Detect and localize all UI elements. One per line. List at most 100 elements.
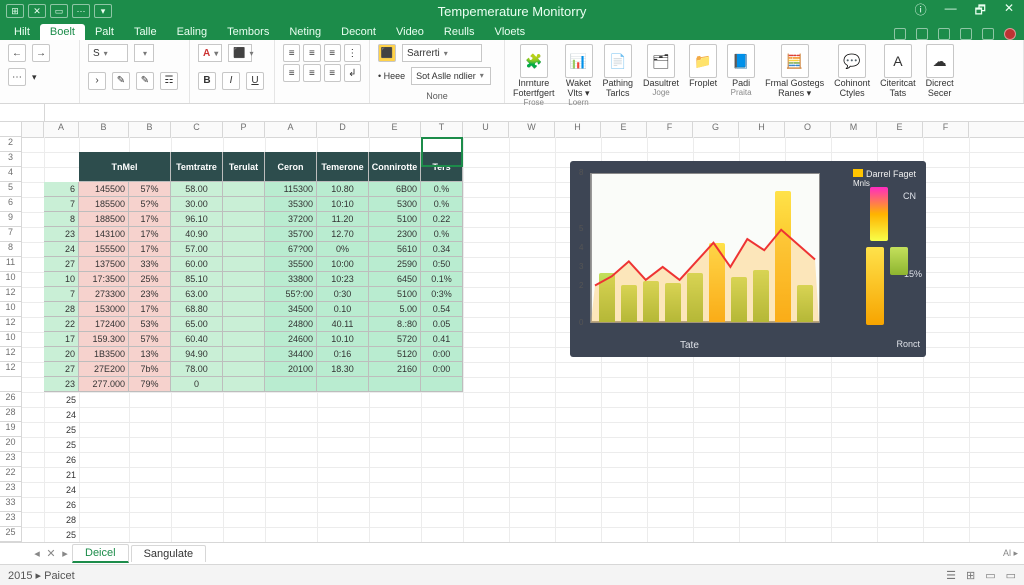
qat-button[interactable]: ⊞ xyxy=(6,4,24,18)
close-button[interactable]: ✕ xyxy=(1004,1,1014,22)
ribbon-tab[interactable]: Tembors xyxy=(217,24,279,40)
table-cell[interactable]: 57% xyxy=(129,332,171,347)
table-cell[interactable] xyxy=(265,377,317,392)
table-cell[interactable] xyxy=(223,317,265,332)
table-cell[interactable]: 153000 xyxy=(79,302,129,317)
table-cell[interactable]: 137500 xyxy=(79,257,129,272)
tab-icon[interactable] xyxy=(960,28,972,40)
column-header[interactable]: O xyxy=(785,122,831,137)
table-cell[interactable]: 25% xyxy=(129,272,171,287)
table-cell[interactable]: 28 xyxy=(44,302,79,317)
table-cell[interactable] xyxy=(317,377,369,392)
table-row[interactable]: 2713750033%60.003550010:0025900:50 xyxy=(22,257,463,272)
table-row[interactable]: 1017:350025%85.103380010:2364500.1% xyxy=(22,272,463,287)
table-cell[interactable]: 24600 xyxy=(265,332,317,347)
ribbon-tab[interactable]: Neting xyxy=(279,24,331,40)
table-cell[interactable]: 172400 xyxy=(79,317,129,332)
ribbon-big-button[interactable]: 📊WaketVlts ▾Loern xyxy=(565,44,593,108)
name-box[interactable] xyxy=(0,104,45,121)
qat-button[interactable]: ⋯ xyxy=(72,4,90,18)
ribbon-big-button[interactable]: ☁DicrectSecer xyxy=(926,44,954,98)
table-cell[interactable] xyxy=(223,242,265,257)
table-cell[interactable]: 17% xyxy=(129,242,171,257)
sheet-tab[interactable]: Sangulate xyxy=(131,545,207,562)
table-cell[interactable]: 35300 xyxy=(265,197,317,212)
table-cell[interactable]: 33% xyxy=(129,257,171,272)
table-cell[interactable]: 155500 xyxy=(79,242,129,257)
table-cell[interactable]: 27 xyxy=(44,362,79,377)
table-cell[interactable]: 20 xyxy=(44,347,79,362)
table-cell[interactable]: 0.41 xyxy=(421,332,463,347)
ribbon-big-button[interactable]: 📁Froplet xyxy=(689,44,717,88)
table-cell[interactable]: 5100 xyxy=(369,212,421,227)
view-mode-icon[interactable]: ☰ xyxy=(946,569,956,582)
table-cell[interactable]: 6 xyxy=(44,182,79,197)
table-cell[interactable]: 143100 xyxy=(79,227,129,242)
table-row[interactable]: 2415550017%57.0067?000%56100.34 xyxy=(22,242,463,257)
row-header[interactable]: 6 xyxy=(0,197,21,212)
table-cell[interactable]: 11.20 xyxy=(317,212,369,227)
row-header[interactable]: 4 xyxy=(0,167,21,182)
table-row[interactable]: 201B350013%94.90344000:1651200:00 xyxy=(22,347,463,362)
table-cell[interactable]: 2300 xyxy=(369,227,421,242)
table-cell[interactable]: 2590 xyxy=(369,257,421,272)
table-cell[interactable]: 7 xyxy=(44,287,79,302)
ribbon-tab[interactable]: Palt xyxy=(85,24,124,40)
restore-button[interactable]: 🗗 xyxy=(975,1,986,22)
column-header[interactable]: A xyxy=(265,122,317,137)
table-cell[interactable] xyxy=(223,302,265,317)
table-row[interactable]: 727330023%63.0055?:000:3051000:3% xyxy=(22,287,463,302)
table-cell[interactable]: 17% xyxy=(129,227,171,242)
table-cell[interactable]: 21 xyxy=(44,467,79,482)
row-header[interactable]: 23 xyxy=(0,482,21,497)
ribbon-big-button[interactable]: 📄PathingTarlcs xyxy=(603,44,634,98)
column-header[interactable]: B xyxy=(129,122,171,137)
table-cell[interactable]: 40.90 xyxy=(171,227,223,242)
table-row[interactable]: 17159.30057%60.402460010.1057200.41 xyxy=(22,332,463,347)
ribbon-big-button[interactable]: 💬CohinontCtyles xyxy=(834,44,870,98)
view-mode-icon[interactable]: ▭ xyxy=(1006,569,1016,582)
row-header[interactable]: 28 xyxy=(0,407,21,422)
table-row[interactable]: 2314310017%40.903570012.7023000.% xyxy=(22,227,463,242)
table-cell[interactable]: 2160 xyxy=(369,362,421,377)
column-header[interactable]: D xyxy=(317,122,369,137)
table-cell[interactable] xyxy=(421,377,463,392)
bold-button[interactable]: B xyxy=(198,72,216,90)
font-combo[interactable]: S xyxy=(88,44,128,62)
table-row[interactable]: 614550057%58.0011530010.806B000.% xyxy=(22,182,463,197)
table-cell[interactable]: 5?% xyxy=(129,197,171,212)
table-row[interactable]: 2727E2007b%78.002010018.3021600:00 xyxy=(22,362,463,377)
table-cell[interactable]: 28 xyxy=(44,512,79,527)
qat-button[interactable]: ▾ xyxy=(94,4,112,18)
table-cell[interactable] xyxy=(223,212,265,227)
row-header[interactable]: 12 xyxy=(0,287,21,302)
valign-bot-icon[interactable]: ≡ xyxy=(324,64,341,82)
table-row[interactable]: 2815300017%68.80345000.105.000.54 xyxy=(22,302,463,317)
grid[interactable]: ABBCPADETUWHEFGHOMEF TnMelTemtratreTerul… xyxy=(22,122,1024,542)
table-row[interactable]: 23277.00079%0 xyxy=(22,377,463,392)
table-cell[interactable]: 20100 xyxy=(265,362,317,377)
ribbon-big-button[interactable]: 🧮Frmal GostegsRanes ▾ xyxy=(765,44,824,98)
fill-color-button[interactable]: ⬛ xyxy=(228,44,252,62)
align-left-icon[interactable]: ≡ xyxy=(283,44,300,62)
table-cell[interactable] xyxy=(369,377,421,392)
row-header[interactable]: 7 xyxy=(0,227,21,242)
row-header[interactable]: 23 xyxy=(0,452,21,467)
sheet-nav-right-icon[interactable]: ▸ xyxy=(58,547,72,560)
table-cell[interactable]: 5100 xyxy=(369,287,421,302)
row-header[interactable]: 20 xyxy=(0,437,21,452)
table-cell[interactable]: 8 xyxy=(44,212,79,227)
table-cell[interactable]: 0% xyxy=(317,242,369,257)
table-cell[interactable]: 0:16 xyxy=(317,347,369,362)
table-cell[interactable]: 0.% xyxy=(421,197,463,212)
table-cell[interactable]: 55?:00 xyxy=(265,287,317,302)
sheet-nav-close-icon[interactable]: ✕ xyxy=(44,547,58,560)
wrap-icon[interactable]: ↲ xyxy=(344,64,361,82)
grid-icon[interactable]: ☶ xyxy=(160,72,178,90)
row-header[interactable]: 10 xyxy=(0,302,21,317)
table-cell[interactable]: 18.30 xyxy=(317,362,369,377)
table-cell[interactable]: 68.80 xyxy=(171,302,223,317)
table-cell[interactable]: 24 xyxy=(44,407,79,422)
paint-icon[interactable]: ⬛ xyxy=(378,44,396,62)
table-cell[interactable]: 24800 xyxy=(265,317,317,332)
